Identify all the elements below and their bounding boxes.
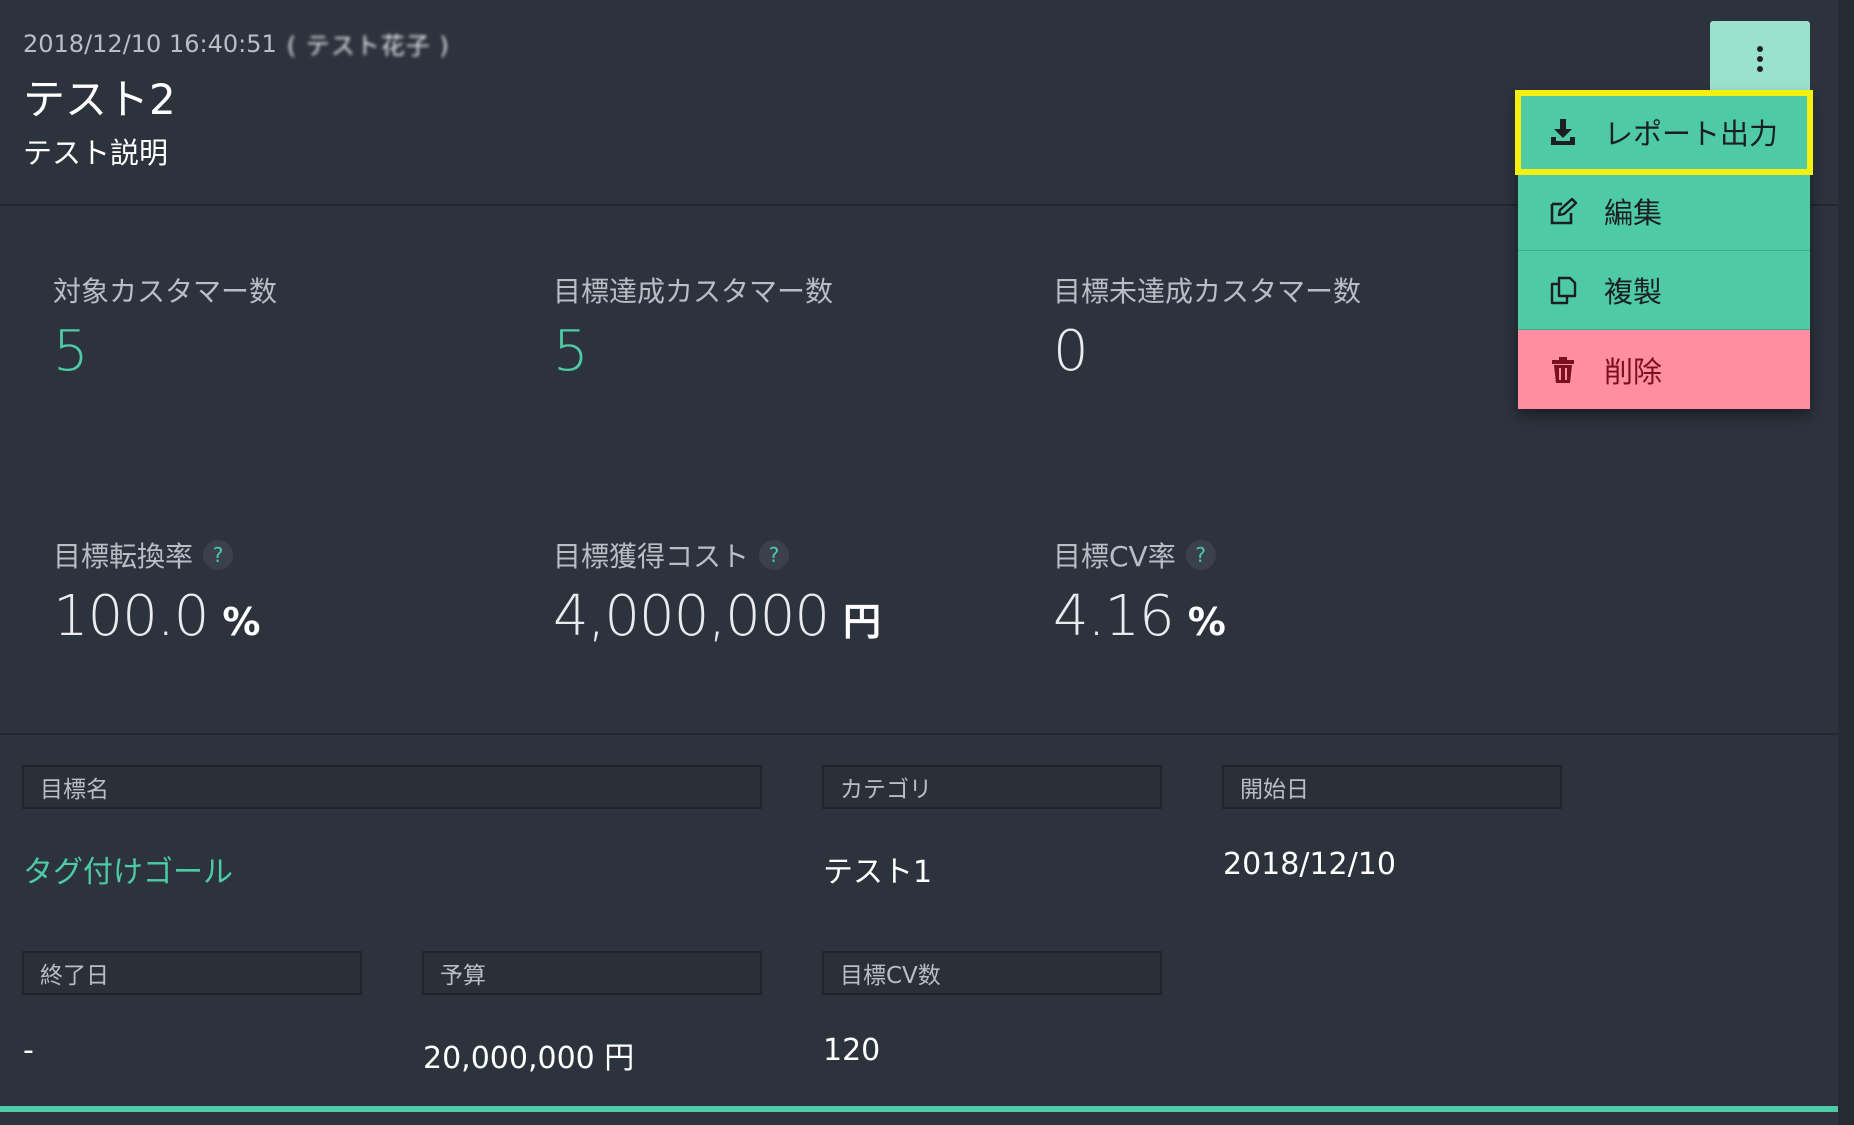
target-cv-label: 目標CV数 bbox=[822, 951, 1162, 995]
menu-item-label: 削除 bbox=[1604, 354, 1663, 389]
stat-value: 100.0 bbox=[53, 584, 209, 649]
stat-cv-rate: 目標CV率 ? 4.16% bbox=[1053, 535, 1226, 645]
end-date-value: - bbox=[23, 1033, 34, 1068]
stat-value: 5 bbox=[53, 319, 89, 384]
page-description: テスト説明 bbox=[23, 136, 169, 170]
end-date-label: 終了日 bbox=[22, 951, 362, 995]
page-title: テスト2 bbox=[23, 75, 176, 124]
stat-value-row: 100.0% bbox=[53, 589, 260, 645]
start-date-value: 2018/12/10 bbox=[1223, 847, 1396, 882]
stat-label: 目標達成カスタマー数 bbox=[553, 275, 834, 308]
category-value: テスト1 bbox=[823, 855, 933, 890]
stat-acquisition-cost: 目標獲得コスト ? 4,000,000 円 bbox=[553, 535, 881, 645]
stat-label: 目標獲得コスト bbox=[553, 540, 750, 573]
stat-value: 4.16 bbox=[1053, 584, 1175, 649]
stat-value-row: 4,000,000 円 bbox=[553, 589, 881, 645]
section-divider bbox=[0, 733, 1838, 735]
help-icon[interactable]: ? bbox=[759, 540, 790, 570]
stat-label-row: 目標CV率 ? bbox=[1053, 535, 1226, 575]
menu-item-edit[interactable]: 編集 bbox=[1518, 172, 1810, 251]
edit-icon bbox=[1546, 194, 1580, 228]
stat-label: 目標CV率 bbox=[1053, 540, 1176, 573]
menu-item-label: 編集 bbox=[1604, 196, 1663, 230]
budget-label: 予算 bbox=[422, 951, 762, 995]
trash-icon bbox=[1546, 353, 1580, 387]
category-label: カテゴリ bbox=[822, 765, 1162, 809]
stat-label: 目標転換率 bbox=[53, 540, 194, 573]
menu-item-label: 複製 bbox=[1604, 275, 1663, 309]
author-name-redacted: ( テスト花子 ) bbox=[286, 32, 450, 60]
kebab-icon bbox=[1757, 46, 1763, 72]
stat-value: 0 bbox=[1053, 319, 1089, 384]
accent-bottom-bar bbox=[0, 1106, 1838, 1112]
stat-unachieved-customers: 目標未達成カスタマー数 0 bbox=[1053, 270, 1361, 380]
menu-item-label: レポート出力 bbox=[1604, 117, 1779, 151]
menu-item-duplicate[interactable]: 複製 bbox=[1518, 251, 1810, 330]
goal-name-label: 目標名 bbox=[22, 765, 762, 809]
download-icon bbox=[1546, 115, 1580, 149]
budget-value: 20,000,000 円 bbox=[423, 1041, 635, 1076]
stat-label-row: 目標転換率 ? bbox=[53, 535, 260, 575]
start-date-label: 開始日 bbox=[1222, 765, 1562, 809]
stat-label-row: 目標獲得コスト ? bbox=[553, 535, 881, 575]
goal-detail-page: 2018/12/10 16:40:51 ( テスト花子 ) テスト2 テスト説明… bbox=[0, 0, 1854, 1125]
more-actions-button[interactable] bbox=[1710, 21, 1810, 97]
stat-unit: % bbox=[1187, 600, 1226, 644]
copy-icon bbox=[1546, 273, 1580, 307]
stat-target-customers: 対象カスタマー数 5 bbox=[53, 270, 277, 380]
help-icon[interactable]: ? bbox=[1185, 540, 1216, 570]
stat-label: 目標未達成カスタマー数 bbox=[1053, 275, 1362, 308]
help-icon[interactable]: ? bbox=[203, 540, 234, 570]
stat-value: 4,000,000 bbox=[553, 584, 830, 649]
goal-name-link[interactable]: タグ付けゴール bbox=[23, 847, 233, 891]
menu-item-export-report[interactable]: レポート出力 bbox=[1515, 90, 1813, 175]
actions-dropdown-menu: レポート出力 編集 複製 削除 bbox=[1515, 90, 1813, 409]
target-cv-value: 120 bbox=[823, 1033, 881, 1068]
scrollbar-track[interactable] bbox=[1838, 0, 1854, 1125]
stat-label: 対象カスタマー数 bbox=[53, 275, 278, 308]
stat-achieved-customers: 目標達成カスタマー数 5 bbox=[553, 270, 833, 380]
created-timestamp: 2018/12/10 16:40:51 bbox=[23, 29, 277, 58]
goal-meta: 2018/12/10 16:40:51 ( テスト花子 ) bbox=[23, 26, 450, 61]
menu-item-delete[interactable]: 削除 bbox=[1518, 330, 1810, 409]
stat-value-row: 4.16% bbox=[1053, 589, 1226, 645]
stat-value: 5 bbox=[553, 319, 589, 384]
stat-conversion-rate: 目標転換率 ? 100.0% bbox=[53, 535, 260, 645]
stat-unit: 円 bbox=[843, 600, 882, 644]
stat-unit: % bbox=[222, 600, 261, 644]
